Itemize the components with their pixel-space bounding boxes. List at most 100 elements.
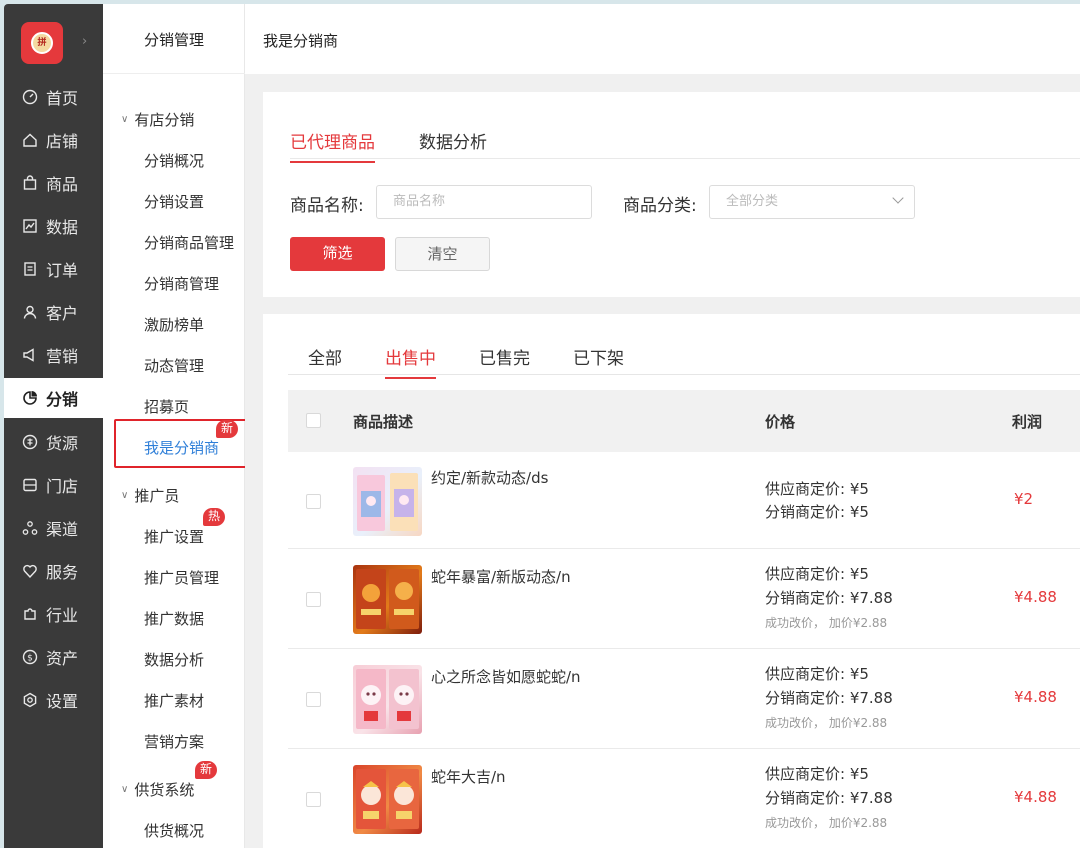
nav-label: 店铺	[46, 132, 79, 151]
menu-group-promoter[interactable]: ∨ 推广员	[121, 485, 179, 506]
menu-item-promotion-materials[interactable]: 推广素材	[144, 690, 204, 711]
breadcrumb: 我是分销商	[263, 32, 339, 50]
nav-item-goods[interactable]: 商品	[4, 163, 103, 203]
app-logo[interactable]: 拼	[21, 22, 63, 64]
profit-value: ¥4.88	[1014, 688, 1057, 706]
table-row: 蛇年大吉/n 供应商定价: ¥5 分销商定价: ¥7.88 成功改价， 加价¥2…	[288, 749, 1080, 848]
nav-item-store[interactable]: 店铺	[4, 120, 103, 160]
menu-item-distribution-overview[interactable]: 分销概况	[144, 150, 204, 171]
menu-item-recruit-page[interactable]: 招募页	[144, 396, 189, 417]
product-thumbnail[interactable]	[353, 565, 422, 634]
nav-label: 行业	[46, 606, 79, 625]
logo-coin-icon: 拼	[31, 32, 53, 54]
store-icon	[22, 477, 38, 493]
menu-item-promoter-management[interactable]: 推广员管理	[144, 567, 219, 588]
nav-item-orders[interactable]: 订单	[4, 249, 103, 289]
nav-item-channels[interactable]: 渠道	[4, 508, 103, 548]
chevron-down-icon	[892, 192, 904, 204]
nav-label: 首页	[46, 89, 79, 108]
nav-label: 分销	[46, 390, 79, 409]
profit-value: ¥4.88	[1014, 588, 1057, 606]
document-icon	[22, 261, 38, 277]
menu-group-store-distribution[interactable]: ∨ 有店分销	[121, 109, 194, 130]
tabs-divider	[290, 158, 1080, 159]
row-checkbox[interactable]	[306, 494, 321, 509]
nav-item-data[interactable]: 数据	[4, 206, 103, 246]
dollar-icon: $	[22, 649, 38, 665]
goods-name-input[interactable]: 商品名称	[376, 185, 592, 219]
nav-item-settings[interactable]: 设置	[4, 680, 103, 720]
heart-icon	[22, 563, 38, 579]
nav-label: 服务	[46, 563, 79, 582]
menu-item-data-analysis[interactable]: 数据分析	[144, 649, 204, 670]
column-header-profit: 利润	[1012, 413, 1043, 431]
select-all-checkbox[interactable]	[306, 413, 321, 428]
main-nav-rail: 拼 › 首页 店铺 商品 数据 订单 客户 营销 分销 货源 门店 渠道 服务 …	[4, 4, 103, 848]
nav-item-assets[interactable]: $ 资产	[4, 637, 103, 677]
settings-icon	[22, 692, 38, 708]
chevron-down-icon: ∨	[121, 784, 129, 795]
bag-icon	[22, 175, 38, 191]
row-checkbox[interactable]	[306, 592, 321, 607]
supplier-price: 供应商定价: ¥5	[765, 480, 869, 498]
main-content: 已代理商品 数据分析 商品名称: 商品名称 商品分类: 全部分类 筛选 清空 全…	[245, 74, 1080, 848]
nav-item-customers[interactable]: 客户	[4, 292, 103, 332]
distributor-price: 分销商定价: ¥7.88	[765, 789, 893, 807]
menu-item-distribution-goods[interactable]: 分销商品管理	[144, 232, 234, 253]
nav-item-marketing[interactable]: 营销	[4, 335, 103, 375]
nav-item-home[interactable]: 首页	[4, 77, 103, 117]
goods-name-label: 商品名称:	[290, 196, 364, 216]
menu-item-leaderboard[interactable]: 激励榜单	[144, 314, 204, 335]
product-thumbnail[interactable]	[353, 467, 422, 536]
home-icon	[22, 132, 38, 148]
nav-item-industry[interactable]: 行业	[4, 594, 103, 634]
nav-label: 货源	[46, 434, 79, 453]
product-name[interactable]: 蛇年大吉/n	[431, 766, 506, 787]
column-header-price: 价格	[765, 413, 796, 431]
filter-card: 已代理商品 数据分析 商品名称: 商品名称 商品分类: 全部分类 筛选 清空	[263, 92, 1080, 297]
product-thumbnail[interactable]	[353, 665, 422, 734]
column-header-desc: 商品描述	[353, 413, 414, 431]
new-badge: 新	[216, 420, 239, 438]
menu-item-promotion-settings[interactable]: 推广设置	[144, 526, 204, 547]
nav-item-stores[interactable]: 门店	[4, 465, 103, 505]
menu-item-supply-overview[interactable]: 供货概况	[144, 820, 204, 841]
menu-item-feed-management[interactable]: 动态管理	[144, 355, 204, 376]
supplier-price: 供应商定价: ¥5	[765, 665, 869, 683]
svg-text:$: $	[27, 654, 33, 664]
menu-group-label: 有店分销	[134, 111, 195, 129]
nav-item-services[interactable]: 服务	[4, 551, 103, 591]
user-icon	[22, 304, 38, 320]
category-select[interactable]: 全部分类	[709, 185, 915, 219]
top-header: 我是分销商	[245, 4, 1080, 74]
menu-item-promotion-data[interactable]: 推广数据	[144, 608, 204, 629]
menu-item-marketing-plans[interactable]: 营销方案	[144, 731, 204, 752]
clear-button[interactable]: 清空	[395, 237, 490, 271]
expand-chevron-icon[interactable]: ›	[82, 34, 87, 49]
chart-icon	[22, 218, 38, 234]
table-row: 蛇年暴富/新版动态/n 供应商定价: ¥5 分销商定价: ¥7.88 成功改价，…	[288, 549, 1080, 649]
nav-item-source[interactable]: 货源	[4, 422, 103, 462]
profit-value: ¥2	[1014, 490, 1034, 508]
product-name[interactable]: 约定/新款动态/ds	[431, 467, 548, 488]
row-checkbox[interactable]	[306, 692, 321, 707]
row-checkbox[interactable]	[306, 792, 321, 807]
source-icon	[22, 434, 38, 450]
price-change-note: 成功改价， 加价¥2.88	[765, 616, 888, 630]
profit-value: ¥4.88	[1014, 788, 1057, 806]
product-name[interactable]: 心之所念皆如愿蛇蛇/n	[431, 666, 581, 687]
menu-item-distributor-management[interactable]: 分销商管理	[144, 273, 219, 294]
new-badge: 新	[195, 761, 218, 779]
product-name[interactable]: 蛇年暴富/新版动态/n	[431, 566, 571, 587]
table-row: 约定/新款动态/ds 供应商定价: ¥5 分销商定价: ¥5 ¥2	[288, 452, 1080, 549]
category-select-value: 全部分类	[726, 194, 779, 209]
goods-list-card: 全部 出售中 已售完 已下架 商品描述 价格 利润 约定/新款动态/ds 供应商…	[263, 314, 1080, 848]
secondary-menu: 分销管理 ∨ 有店分销 分销概况 分销设置 分销商品管理 分销商管理 激励榜单 动…	[103, 4, 250, 848]
nav-item-distribution[interactable]: 分销	[4, 378, 103, 418]
filter-button[interactable]: 筛选	[290, 237, 385, 271]
submenu-title: 分销管理	[103, 4, 245, 74]
menu-item-distribution-settings[interactable]: 分销设置	[144, 191, 204, 212]
product-thumbnail[interactable]	[353, 765, 422, 834]
nav-label: 订单	[46, 261, 79, 280]
menu-group-supply-system[interactable]: ∨ 供货系统	[121, 779, 194, 800]
